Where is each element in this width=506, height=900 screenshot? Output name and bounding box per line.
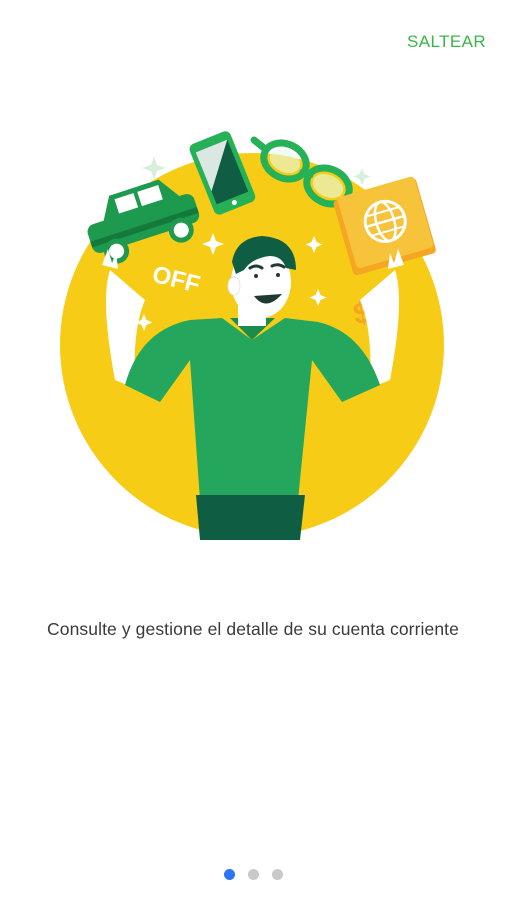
page-indicator: [0, 869, 506, 880]
skip-button[interactable]: SALTEAR: [405, 28, 488, 56]
onboarding-illustration: OFF $: [60, 131, 444, 540]
onboarding-description: Consulte y gestione el detalle de su cue…: [47, 619, 459, 639]
page-dot-1[interactable]: [223, 869, 235, 880]
page-dot-2[interactable]: [247, 869, 259, 880]
page-dot-3[interactable]: [271, 869, 283, 880]
